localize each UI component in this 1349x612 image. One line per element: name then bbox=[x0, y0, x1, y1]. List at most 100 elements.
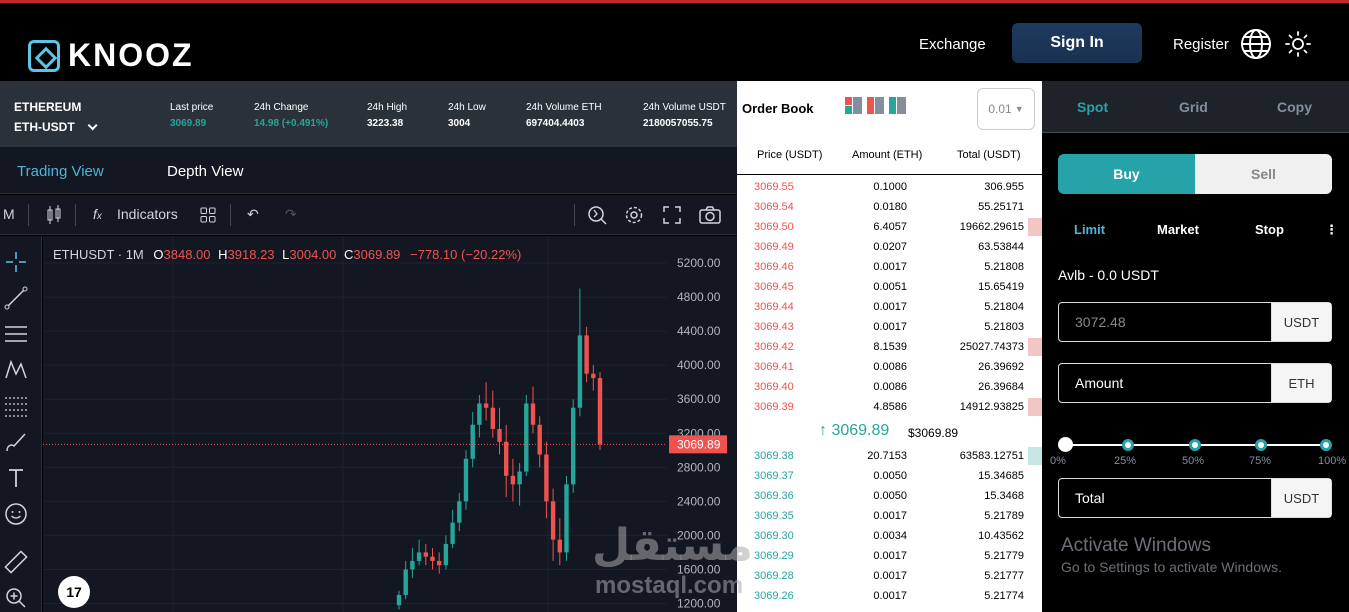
asks-row[interactable]: 3069.54 0.0180 55.25171 bbox=[737, 197, 1042, 217]
signin-button[interactable]: Sign In bbox=[1012, 23, 1142, 63]
amount-cell: 0.0017 bbox=[873, 570, 907, 582]
stat-value: 3004 bbox=[448, 118, 471, 129]
asks-row[interactable]: 3069.43 0.0017 5.21803 bbox=[737, 317, 1042, 337]
asks-row[interactable]: 3069.44 0.0017 5.21804 bbox=[737, 297, 1042, 317]
asks-row[interactable]: 3069.46 0.0017 5.21808 bbox=[737, 257, 1042, 277]
amount-slider-handle[interactable] bbox=[1058, 437, 1073, 452]
crosshair-icon[interactable] bbox=[4, 250, 28, 274]
pattern-icon[interactable] bbox=[4, 358, 28, 382]
slider-label: 0% bbox=[1050, 455, 1066, 467]
stat-value: 3223.38 bbox=[367, 118, 404, 129]
asks-row[interactable]: 3069.49 0.0207 63.53844 bbox=[737, 237, 1042, 257]
theme-toggle-icon[interactable] bbox=[1285, 31, 1311, 57]
bids-row[interactable]: 3069.38 20.7153 63583.12751 bbox=[737, 446, 1042, 466]
camera-icon[interactable] bbox=[699, 206, 721, 224]
zoom-in-icon[interactable] bbox=[4, 586, 28, 610]
buy-button[interactable]: Buy bbox=[1058, 154, 1195, 194]
tab-copy[interactable]: Copy bbox=[1277, 99, 1312, 115]
emoji-icon[interactable] bbox=[4, 502, 28, 526]
amount-cell: 0.0017 bbox=[873, 301, 907, 313]
chart-symbol: ETHUSDT · 1M bbox=[53, 247, 144, 262]
candle-body bbox=[497, 429, 502, 442]
order-type-limit[interactable]: Limit bbox=[1074, 222, 1105, 237]
price-input[interactable]: 3072.48 bbox=[1075, 314, 1126, 330]
undo-icon[interactable]: ↶ bbox=[247, 206, 259, 223]
tab-trading-view[interactable]: Trading View bbox=[17, 163, 104, 180]
precision-select[interactable]: 0.01 ▼ bbox=[977, 88, 1035, 130]
order-type-stop[interactable]: Stop bbox=[1255, 222, 1284, 237]
bids-row[interactable]: 3069.29 0.0017 5.21779 bbox=[737, 546, 1042, 566]
fib-icon[interactable] bbox=[4, 394, 28, 418]
stat-volume-eth: 24h Volume ETH 697404.4403 bbox=[526, 100, 602, 132]
redo-icon[interactable]: ↷ bbox=[285, 206, 297, 223]
text-tool-icon[interactable] bbox=[4, 466, 28, 490]
y-tick-label: 1200.00 bbox=[677, 596, 721, 610]
interval-selector[interactable]: M bbox=[3, 206, 15, 222]
stat-label: 24h High bbox=[367, 102, 408, 113]
total-cell: 5.21779 bbox=[984, 550, 1024, 562]
gear-icon[interactable] bbox=[624, 205, 644, 225]
price-unit: USDT bbox=[1271, 303, 1331, 341]
stat-volume-usdt: 24h Volume USDT 2180057055.75 bbox=[643, 100, 726, 132]
amount-input[interactable]: Amount bbox=[1075, 375, 1123, 391]
indicators-button[interactable]: Indicators bbox=[117, 206, 178, 222]
slider-mark-25[interactable] bbox=[1122, 439, 1134, 451]
bids-row[interactable]: 3069.28 0.0017 5.21777 bbox=[737, 566, 1042, 586]
slider-mark-75[interactable] bbox=[1255, 439, 1267, 451]
fullscreen-icon[interactable] bbox=[663, 206, 681, 224]
price-cell: 3069.40 bbox=[754, 381, 794, 393]
price-cell: 3069.39 bbox=[754, 401, 794, 413]
bids-row[interactable]: 3069.36 0.0050 15.3468 bbox=[737, 486, 1042, 506]
slider-mark-100[interactable] bbox=[1320, 439, 1332, 451]
asks-row[interactable]: 3069.50 6.4057 19662.29615 bbox=[737, 217, 1042, 237]
brush-icon[interactable] bbox=[4, 430, 28, 454]
chart-view-tabs: Trading View Depth View bbox=[0, 147, 737, 194]
candlestick-chart[interactable]: 5200.004800.004400.004000.003600.003200.… bbox=[43, 236, 737, 612]
trend-line-icon[interactable] bbox=[4, 286, 28, 310]
book-mode-icons[interactable] bbox=[845, 97, 909, 115]
bids-row[interactable]: 3069.30 0.0034 10.43562 bbox=[737, 526, 1042, 546]
depth-bar bbox=[1028, 447, 1042, 465]
precision-value: 0.01 bbox=[988, 102, 1012, 116]
price-chart[interactable]: 5200.00 4800.00 4400.00 4000.00 3600.00 3200.… bbox=[43, 236, 737, 612]
stat-label: 24h Volume USDT bbox=[643, 102, 726, 113]
tab-grid[interactable]: Grid bbox=[1179, 99, 1208, 115]
asks-row[interactable]: 3069.39 4.8586 14912.93825 bbox=[737, 397, 1042, 417]
total-cell: 15.3468 bbox=[984, 490, 1024, 502]
slider-label: 100% bbox=[1318, 455, 1347, 467]
globe-icon[interactable] bbox=[1240, 28, 1272, 60]
more-options-icon[interactable]: ⋮ bbox=[1325, 222, 1338, 238]
bids-row[interactable]: 3069.26 0.0017 5.21774 bbox=[737, 586, 1042, 606]
amount-cell: 0.1000 bbox=[873, 181, 907, 193]
order-type-market[interactable]: Market bbox=[1157, 222, 1199, 237]
asks-row[interactable]: 3069.45 0.0051 15.65419 bbox=[737, 277, 1042, 297]
slider-mark-50[interactable] bbox=[1189, 439, 1201, 451]
sell-button[interactable]: Sell bbox=[1195, 154, 1332, 194]
layout-grid-icon[interactable] bbox=[200, 207, 216, 223]
fx-icon[interactable]: fx bbox=[93, 206, 102, 222]
asks-row[interactable]: 3069.55 0.1000 306.955 bbox=[737, 177, 1042, 197]
asks-row[interactable]: 3069.41 0.0086 26.39692 bbox=[737, 357, 1042, 377]
ruler-icon[interactable] bbox=[4, 550, 28, 574]
bids-row[interactable]: 3069.35 0.0017 5.21789 bbox=[737, 506, 1042, 526]
price-field[interactable]: 3072.48 USDT bbox=[1058, 302, 1332, 342]
brand-logo[interactable]: KNOOZ bbox=[28, 37, 194, 74]
tab-depth-view[interactable]: Depth View bbox=[167, 163, 243, 180]
bids-row[interactable]: 3069.37 0.0050 15.34685 bbox=[737, 466, 1042, 486]
quick-search-icon[interactable] bbox=[587, 205, 607, 225]
register-link[interactable]: Register bbox=[1173, 36, 1229, 53]
total-field[interactable]: Total USDT bbox=[1058, 478, 1332, 518]
asks-row[interactable]: 3069.40 0.0086 26.39684 bbox=[737, 377, 1042, 397]
total-input[interactable]: Total bbox=[1075, 490, 1105, 506]
pair-selector[interactable]: ETHEREUM ETH-USDT bbox=[14, 97, 98, 137]
depth-bar bbox=[1028, 338, 1042, 356]
tab-spot[interactable]: Spot bbox=[1077, 99, 1108, 115]
asks-row[interactable]: 3069.42 8.1539 25027.74373 bbox=[737, 337, 1042, 357]
horizontal-lines-icon[interactable] bbox=[4, 322, 28, 346]
amount-field[interactable]: Amount ETH bbox=[1058, 363, 1332, 403]
candle-type-icon[interactable] bbox=[46, 205, 62, 225]
nav-exchange-link[interactable]: Exchange bbox=[919, 36, 986, 53]
base-asset-name: ETHEREUM bbox=[14, 100, 82, 114]
drawing-tools bbox=[0, 236, 42, 612]
tradingview-logo[interactable]: 17 bbox=[58, 576, 90, 608]
